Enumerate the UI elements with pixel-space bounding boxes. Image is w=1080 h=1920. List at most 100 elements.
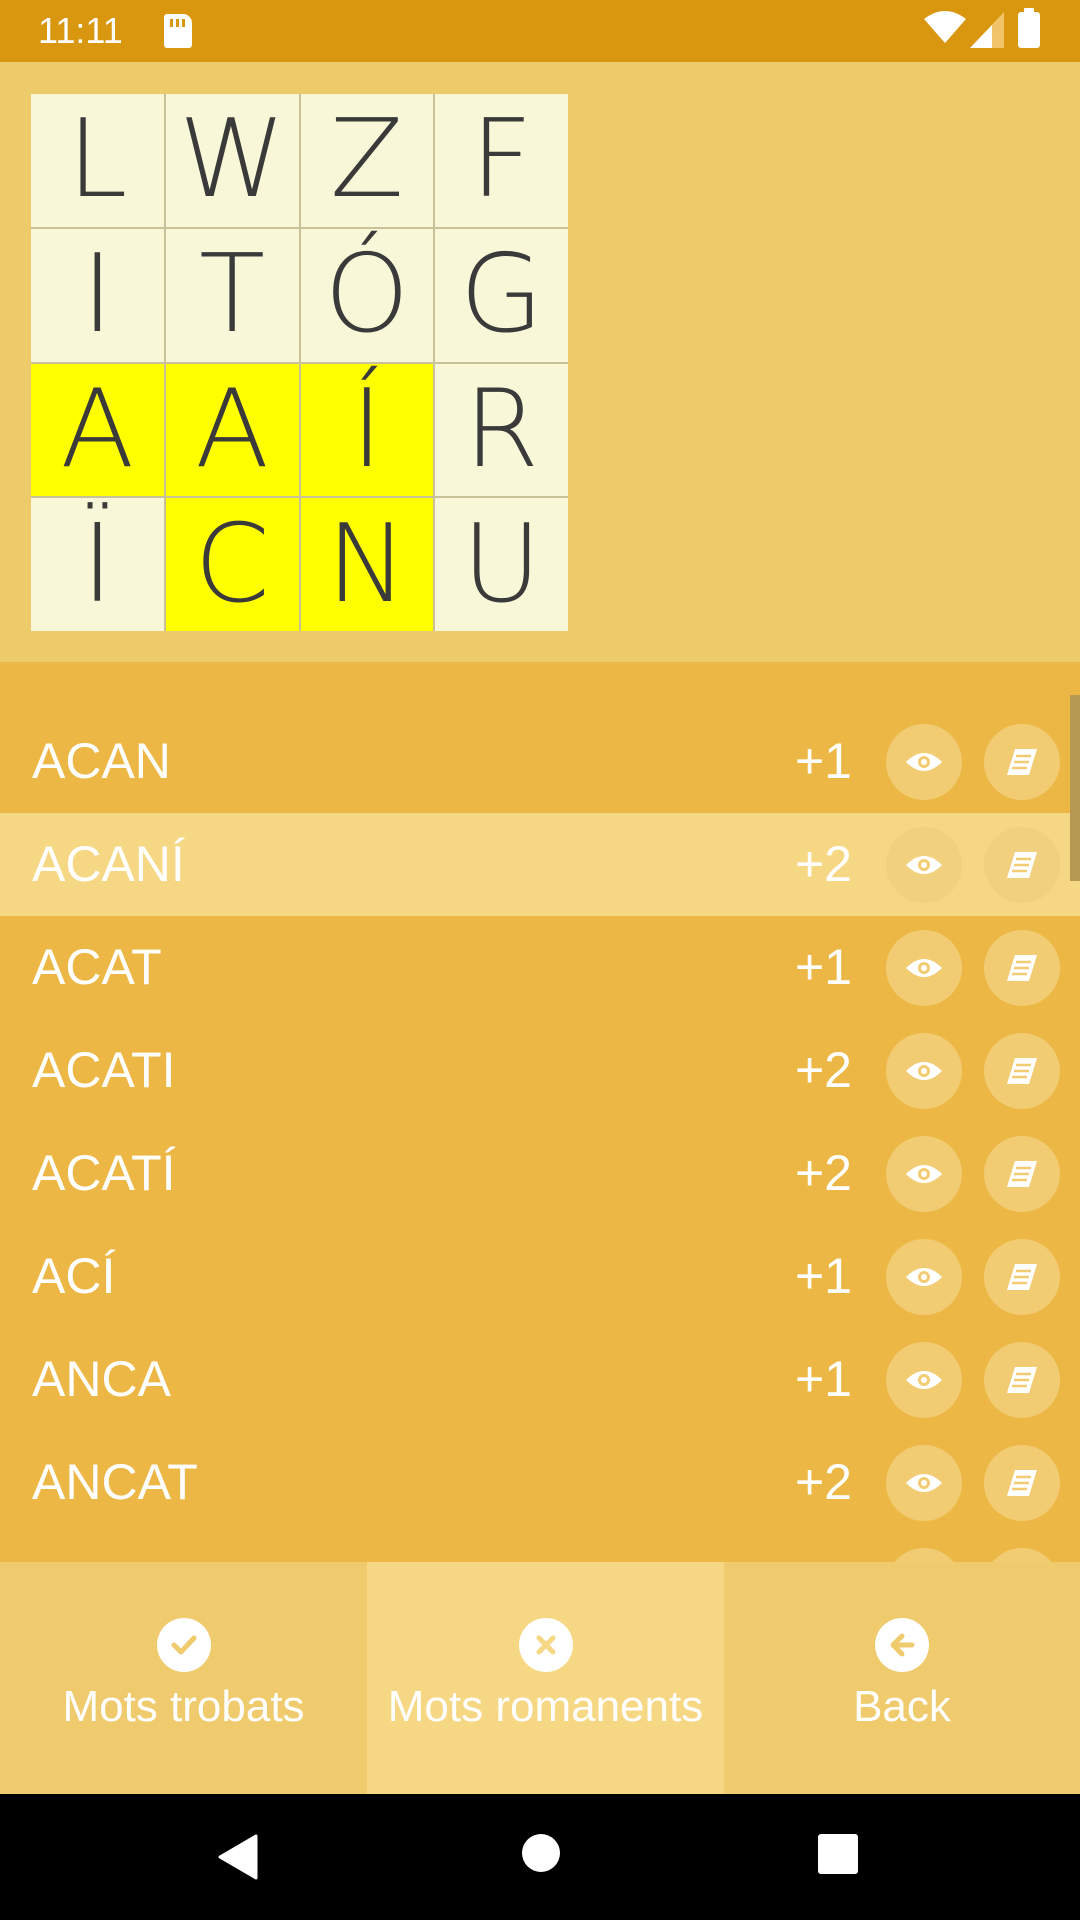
reveal-word-button[interactable] <box>886 1239 962 1315</box>
reveal-word-button[interactable] <box>886 1342 962 1418</box>
eye-icon <box>904 1471 944 1495</box>
word-row[interactable]: ACATI +2 <box>0 1019 1080 1122</box>
eye-icon <box>904 853 944 877</box>
book-icon <box>1005 1262 1039 1292</box>
book-icon <box>1005 953 1039 983</box>
reveal-word-button[interactable] <box>886 1548 962 1562</box>
system-recents-icon[interactable] <box>818 1834 858 1874</box>
scrollbar[interactable] <box>1070 695 1080 881</box>
word-text: ACATI <box>32 1042 176 1098</box>
book-icon <box>1005 1159 1039 1189</box>
arrow-left-circle-icon <box>875 1618 929 1672</box>
tab-remaining-words-label: Mots romanents <box>387 1682 704 1731</box>
status-time: 11:11 <box>38 10 123 51</box>
word-score: +1 <box>794 939 852 995</box>
board-cell[interactable]: Ó <box>300 228 434 362</box>
word-score: +1 <box>794 1351 852 1407</box>
word-score: +2 <box>794 836 852 892</box>
board-cell[interactable]: N <box>300 498 434 631</box>
book-icon <box>1005 1468 1039 1498</box>
word-text: ACATÍ <box>32 1145 176 1201</box>
definition-button[interactable] <box>984 1239 1060 1315</box>
reveal-word-button[interactable] <box>886 1136 962 1212</box>
board-cell[interactable]: W <box>165 94 299 227</box>
board-cell[interactable]: A <box>31 363 164 497</box>
board-cell[interactable]: Ï <box>31 498 164 631</box>
wifi-icon <box>924 11 966 43</box>
eye-icon <box>904 750 944 774</box>
word-row[interactable]: ACANÍ +2 <box>0 813 1080 916</box>
reveal-word-button[interactable] <box>886 827 962 903</box>
bottom-nav: Mots trobats Mots romanents Back <box>0 1562 1080 1794</box>
board-cell[interactable]: C <box>165 498 299 631</box>
eye-icon <box>904 956 944 980</box>
eye-icon <box>904 1059 944 1083</box>
word-score: +2 <box>794 1042 852 1098</box>
word-row[interactable]: ACAT +1 <box>0 916 1080 1019</box>
system-nav-bar <box>0 1794 1080 1920</box>
word-score: +2 <box>794 1454 852 1510</box>
word-row[interactable]: ANCA +1 <box>0 1328 1080 1431</box>
close-circle-icon <box>518 1618 573 1672</box>
word-text: ANCA <box>32 1351 171 1407</box>
tab-back[interactable]: Back <box>724 1562 1080 1794</box>
status-bar: 11:11 <box>0 0 1080 62</box>
board-cell[interactable]: G <box>435 228 568 362</box>
word-score: +1 <box>794 1248 852 1304</box>
tab-found-words[interactable]: Mots trobats <box>0 1562 367 1794</box>
word-text: ANUR <box>32 1534 174 1562</box>
signal-icon <box>970 12 1004 48</box>
word-row[interactable]: ANUR +1 <box>0 1534 1080 1562</box>
book-icon <box>1005 747 1039 777</box>
definition-button[interactable] <box>984 1445 1060 1521</box>
board-cell[interactable]: I <box>31 228 164 362</box>
definition-button[interactable] <box>984 1136 1060 1212</box>
board-cell[interactable]: A <box>165 363 299 497</box>
word-row[interactable]: ACÍ +1 <box>0 1225 1080 1328</box>
reveal-word-button[interactable] <box>886 930 962 1006</box>
definition-button[interactable] <box>984 930 1060 1006</box>
sd-card-icon <box>164 14 192 48</box>
board-cell[interactable]: T <box>165 228 299 362</box>
word-text: ACÍ <box>32 1248 116 1304</box>
definition-button[interactable] <box>984 1548 1060 1562</box>
definition-button[interactable] <box>984 724 1060 800</box>
word-row[interactable]: ACATÍ +2 <box>0 1122 1080 1225</box>
word-row[interactable]: ACAN +1 <box>0 710 1080 813</box>
eye-icon <box>904 1162 944 1186</box>
book-icon <box>1005 1056 1039 1086</box>
word-text: ACANÍ <box>32 836 185 892</box>
definition-button[interactable] <box>984 1342 1060 1418</box>
system-home-icon[interactable] <box>522 1834 560 1872</box>
definition-button[interactable] <box>984 827 1060 903</box>
board-area: LWZFITÓGAAÍRÏCNU <box>0 62 1080 662</box>
board-cell[interactable]: R <box>435 363 568 497</box>
board-cell[interactable]: Z <box>300 94 434 227</box>
word-score: +1 <box>794 733 852 789</box>
word-score: +1 <box>795 1534 852 1562</box>
tab-back-label: Back <box>853 1682 951 1731</box>
reveal-word-button[interactable] <box>886 1445 962 1521</box>
word-row[interactable]: ANCAT +2 <box>0 1431 1080 1534</box>
check-circle-icon <box>156 1618 211 1672</box>
board-cell[interactable]: L <box>31 94 164 227</box>
tab-remaining-words[interactable]: Mots romanents <box>367 1562 724 1794</box>
board-cell[interactable]: Í <box>300 363 434 497</box>
letter-board: LWZFITÓGAAÍRÏCNU <box>31 94 568 631</box>
word-text: ACAN <box>32 733 171 789</box>
board-cell[interactable]: F <box>435 94 568 227</box>
reveal-word-button[interactable] <box>886 724 962 800</box>
word-text: ACAT <box>32 939 162 995</box>
reveal-word-button[interactable] <box>886 1033 962 1109</box>
system-back-icon[interactable] <box>218 1834 258 1880</box>
word-score: +2 <box>794 1145 852 1201</box>
board-cell[interactable]: U <box>435 498 568 631</box>
eye-icon <box>904 1368 944 1392</box>
definition-button[interactable] <box>984 1033 1060 1109</box>
book-icon <box>1005 1365 1039 1395</box>
book-icon <box>1005 850 1039 880</box>
remaining-words-list[interactable]: ACAN +1 ACANÍ +2 ACAT +1 ACATI +2 ACATÍ +2 ACÍ +1 AN… <box>0 662 1080 1562</box>
tab-found-words-label: Mots trobats <box>62 1682 305 1731</box>
eye-icon <box>904 1265 944 1289</box>
battery-icon <box>1018 8 1040 48</box>
